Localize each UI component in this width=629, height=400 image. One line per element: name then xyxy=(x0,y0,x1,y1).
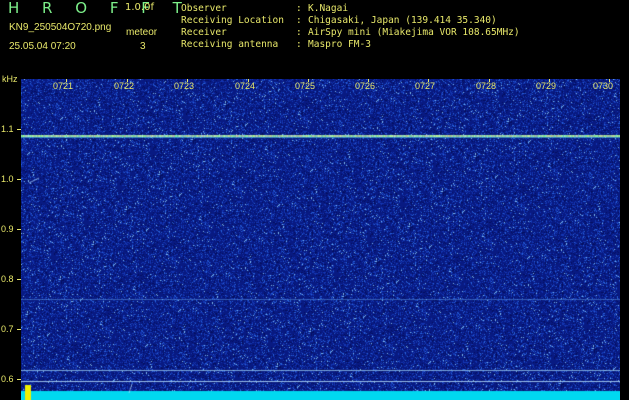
spectrogram-panel: 0721 0722 0723 0724 0725 0726 0727 0728 … xyxy=(21,79,620,400)
station-info-panel: Observer : K.Nagai Receiving Location : … xyxy=(181,3,520,51)
time-tick-label: 0725 xyxy=(295,81,316,91)
info-key: Receiver xyxy=(181,27,227,38)
info-value: Maspro FM-3 xyxy=(308,39,371,50)
info-row-observer: Observer : K.Nagai xyxy=(181,3,520,15)
meteor-count-label: meteor xyxy=(126,27,158,38)
info-separator: : xyxy=(296,39,302,50)
time-tick-label: 0730 xyxy=(593,81,614,91)
info-separator: : xyxy=(296,27,302,38)
time-tick-label: 0724 xyxy=(235,81,256,91)
time-tick-label: 0722 xyxy=(114,81,135,91)
time-tick-label: 0723 xyxy=(174,81,195,91)
time-tick-label: 0728 xyxy=(476,81,497,91)
hrofft-window: H R O F F T 1.0.0f KN9_250504O720.png 25… xyxy=(0,0,629,400)
time-tick-label: 0729 xyxy=(536,81,557,91)
info-value: K.Nagai xyxy=(308,3,349,14)
app-brand: H R O F F T xyxy=(8,0,191,17)
info-key: Observer xyxy=(181,3,227,14)
image-filename: KN9_250504O720.png xyxy=(9,22,112,33)
info-value: Chigasaki, Japan (139.414 35.340) xyxy=(308,15,497,26)
info-row-receiver: Receiver : AirSpy mini (Miakejima VOR 10… xyxy=(181,27,520,39)
app-version: 1.0.0f xyxy=(125,2,154,13)
info-row-location: Receiving Location : Chigasaki, Japan (1… xyxy=(181,15,520,27)
info-key: Receiving antenna xyxy=(181,39,279,50)
info-value: AirSpy mini (Miakejima VOR 108.65MHz) xyxy=(308,27,520,38)
spectrogram-image xyxy=(21,79,620,400)
info-row-antenna: Receiving antenna : Maspro FM-3 xyxy=(181,39,520,51)
info-separator: : xyxy=(296,3,302,14)
meteor-count-value: 3 xyxy=(140,41,146,52)
time-tick-label: 0721 xyxy=(53,81,74,91)
info-key: Receiving Location xyxy=(181,15,284,26)
info-separator: : xyxy=(296,15,302,26)
frequency-unit-label: kHz xyxy=(2,74,18,84)
observation-datetime: 25.05.04 07:20 xyxy=(9,41,76,52)
time-tick-label: 0727 xyxy=(415,81,436,91)
time-tick-label: 0726 xyxy=(355,81,376,91)
